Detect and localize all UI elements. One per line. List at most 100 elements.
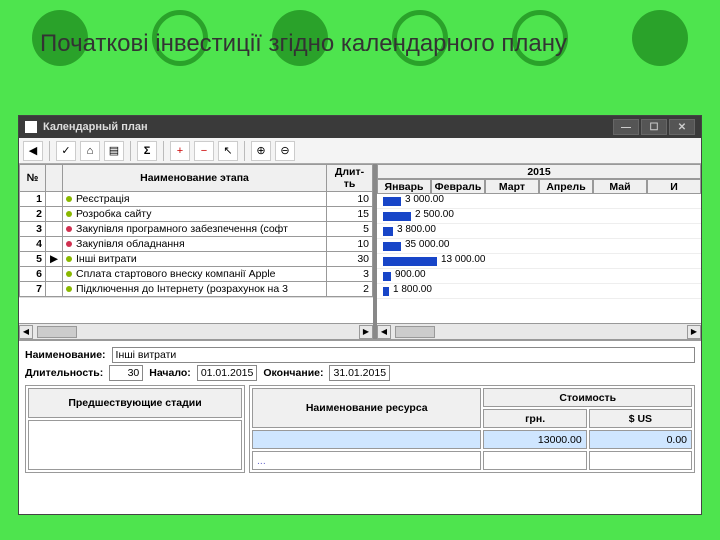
year-header: 2015 (377, 164, 701, 179)
cost-header[interactable]: Стоимость (483, 388, 692, 407)
row-num: 3 (20, 222, 46, 237)
row-num: 2 (20, 207, 46, 222)
row-num: 4 (20, 237, 46, 252)
end-field[interactable]: 31.01.2015 (329, 365, 390, 381)
bar-value: 900.00 (395, 269, 426, 280)
gantt-bar[interactable] (383, 227, 393, 236)
gantt-row: 900.00 (377, 269, 701, 284)
prev-stages-header[interactable]: Предшествующие стадии (28, 388, 242, 418)
window-title: Календарный план (43, 121, 148, 133)
row-num: 7 (20, 282, 46, 297)
col-name[interactable]: Наименование этапа (63, 165, 327, 192)
zoom-in-icon[interactable]: ⊕ (251, 141, 271, 161)
stage-name: Сплата стартового внеску компанії Apple (63, 267, 327, 282)
back-icon[interactable]: ◀ (23, 141, 43, 161)
app-icon (25, 121, 37, 133)
stage-dur: 5 (327, 222, 373, 237)
gantt-row: 2 500.00 (377, 209, 701, 224)
app-window: Календарный план — ☐ ✕ ◀ ✓ ⌂ ▤ Σ + − ↖ ⊕… (18, 115, 702, 515)
bar-value: 1 800.00 (393, 284, 432, 295)
h-scrollbar-right[interactable]: ◀ ▶ (377, 323, 701, 339)
prev-stages-cell[interactable] (28, 420, 242, 470)
plus-icon[interactable]: + (170, 141, 190, 161)
row-num: 5 (20, 252, 46, 267)
check-icon[interactable]: ✓ (56, 141, 76, 161)
details-panel: Наименование: Інші витрати Длительность:… (19, 340, 701, 477)
toolbar: ◀ ✓ ⌂ ▤ Σ + − ↖ ⊕ ⊖ (19, 138, 701, 164)
month-cell: Февраль (431, 179, 485, 194)
minimize-button[interactable]: — (613, 119, 639, 135)
stage-name: Розробка сайту (63, 207, 327, 222)
table-row[interactable]: 2 Розробка сайту15 (20, 207, 373, 222)
print-icon[interactable]: ▤ (104, 141, 124, 161)
duration-field[interactable]: 30 (109, 365, 143, 381)
maximize-button[interactable]: ☐ (641, 119, 667, 135)
bar-value: 35 000.00 (405, 239, 450, 250)
bar-value: 3 000.00 (405, 194, 444, 205)
stage-name: Закупівля програмного забезпечення (софт (63, 222, 327, 237)
gantt-bar[interactable] (383, 257, 437, 266)
bar-value: 13 000.00 (441, 254, 486, 265)
stage-name: Інші витрати (63, 252, 327, 267)
gantt-bar[interactable] (383, 242, 401, 251)
stage-dur: 10 (327, 237, 373, 252)
stage-dur: 2 (327, 282, 373, 297)
grn-header[interactable]: грн. (483, 409, 586, 428)
resource-header[interactable]: Наименование ресурса (252, 388, 481, 428)
gantt-bar[interactable] (383, 272, 391, 281)
close-button[interactable]: ✕ (669, 119, 695, 135)
stage-dur: 10 (327, 192, 373, 207)
table-row[interactable]: 7 Підключення до Інтернету (розрахунок на… (20, 282, 373, 297)
table-row[interactable]: 5▶Інші витрати30 (20, 252, 373, 267)
gantt-bar[interactable] (383, 197, 401, 206)
stage-dur: 15 (327, 207, 373, 222)
titlebar: Календарный план — ☐ ✕ (19, 116, 701, 138)
gantt-bar[interactable] (383, 287, 389, 296)
bar-value: 2 500.00 (415, 209, 454, 220)
name-field[interactable]: Інші витрати (112, 347, 695, 363)
circle (632, 10, 688, 66)
gantt-row: 3 800.00 (377, 224, 701, 239)
build-icon[interactable]: ⌂ (80, 141, 100, 161)
stage-name: Підключення до Інтернету (розрахунок на … (63, 282, 327, 297)
table-row[interactable]: 1Реєстрація10 (20, 192, 373, 207)
duration-label: Длительность: (25, 367, 103, 379)
stage-name: Закупівля обладнання (63, 237, 327, 252)
row-num: 6 (20, 267, 46, 282)
month-cell: Апрель (539, 179, 593, 194)
table-row[interactable]: 3 Закупівля програмного забезпечення (соф… (20, 222, 373, 237)
month-cell: Май (593, 179, 647, 194)
sum-icon[interactable]: Σ (137, 141, 157, 161)
slide-title: Початкові інвестиції згідно календарного… (40, 30, 567, 58)
grn-cell[interactable]: 13000.00 (483, 430, 586, 449)
col-dur[interactable]: Длит-ть (327, 165, 373, 192)
gantt-pane: 2015 ЯнварьФевральМартАпрельМайИ 3 000.0… (377, 164, 701, 339)
stage-dur: 30 (327, 252, 373, 267)
h-scrollbar-left[interactable]: ◀ ▶ (19, 323, 373, 339)
gantt-bar[interactable] (383, 212, 411, 221)
usd-cell[interactable]: 0.00 (589, 430, 692, 449)
stage-dur: 3 (327, 267, 373, 282)
name-label: Наименование: (25, 349, 106, 361)
gantt-row: 3 000.00 (377, 194, 701, 209)
month-cell: Январь (377, 179, 431, 194)
month-cell: И (647, 179, 701, 194)
month-header: ЯнварьФевральМартАпрельМайИ (377, 179, 701, 194)
zoom-out-icon[interactable]: ⊖ (275, 141, 295, 161)
table-row[interactable]: 4 Закупівля обладнання10 (20, 237, 373, 252)
col-num[interactable]: № (20, 165, 46, 192)
stages-grid: № Наименование этапа Длит-ть 1Реєстрація… (19, 164, 377, 339)
bar-value: 3 800.00 (397, 224, 436, 235)
stage-name: Реєстрація (63, 192, 327, 207)
gantt-row: 1 800.00 (377, 284, 701, 299)
pointer-icon[interactable]: ↖ (218, 141, 238, 161)
month-cell: Март (485, 179, 539, 194)
minus-icon[interactable]: − (194, 141, 214, 161)
gantt-row: 35 000.00 (377, 239, 701, 254)
table-row[interactable]: 6 Сплата стартового внеску компанії Apple… (20, 267, 373, 282)
dots-cell[interactable]: ... (252, 451, 481, 470)
resource-cell[interactable] (252, 430, 481, 449)
start-field[interactable]: 01.01.2015 (197, 365, 258, 381)
gantt-row: 13 000.00 (377, 254, 701, 269)
usd-header[interactable]: $ US (589, 409, 692, 428)
